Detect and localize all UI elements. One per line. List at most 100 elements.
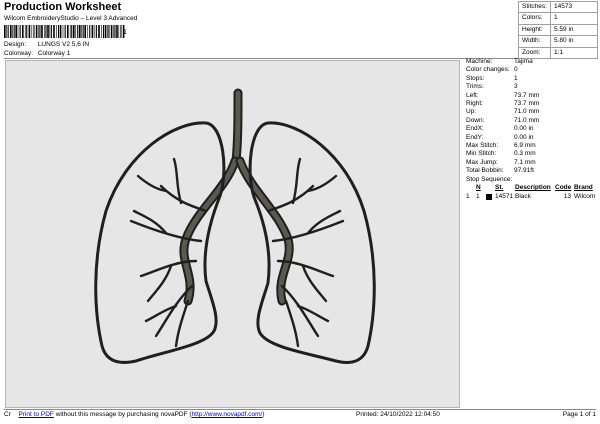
spec-label: Min Stitch: (466, 150, 497, 158)
seq-brand: Wilcom (574, 192, 596, 200)
footer-divider (4, 409, 596, 410)
design-label: Design: (4, 41, 27, 48)
seq-index: 1 (466, 192, 470, 200)
spec-label: Max Jump: (466, 158, 498, 166)
stats-row: Height: 5.59 in (519, 24, 597, 37)
spec-label: Down: (466, 116, 485, 124)
design-value: LUNGS V2 5,6 IN (37, 41, 90, 48)
spec-row: EndX: 0.00 in (466, 125, 598, 133)
spec-value: 71.0 mm (514, 108, 540, 116)
spec-value: 73.7 mm (514, 99, 540, 107)
spec-label: Left: (466, 91, 479, 99)
footer-message: without this message by purchasing novaP… (53, 411, 192, 418)
spec-row: Color changes: 0 (466, 66, 598, 74)
seq-code: 13 (563, 192, 571, 200)
footer-close-paren: ) (262, 411, 265, 418)
colorway-value: Colorway 1 (37, 50, 71, 57)
spec-label: EndY: (466, 133, 484, 141)
thread-color-swatch (486, 193, 495, 202)
seq-col-description: Description (515, 184, 551, 192)
stats-label: Zoom: (519, 47, 551, 58)
stats-value: 1 (554, 14, 558, 22)
spec-label: Machine: (466, 58, 493, 65)
stats-row: Zoom: 1:1 (519, 47, 597, 58)
colorway-label: Colorway: (4, 50, 33, 57)
spec-value: 7.1 mm (514, 158, 536, 166)
spec-row: Max Jump: 7.1 mm (466, 159, 598, 167)
novapdf-url-link[interactable]: http://www.novapdf.com/ (192, 411, 263, 418)
seq-col-brand: Brand (574, 184, 593, 192)
spec-row: Min Stitch: 0.3 mm (466, 150, 598, 158)
spec-row: Total Bobbin: 97.91ft (466, 167, 598, 175)
spec-row: EndY: 0.00 in (466, 134, 598, 142)
spec-label: Up: (466, 108, 477, 116)
seq-col-index (466, 184, 476, 193)
spec-row: Down: 71.0 mm (466, 117, 598, 125)
spec-row: Left: 73.7 mm (466, 92, 598, 100)
page-title: Production Worksheet (4, 1, 122, 13)
spec-label: Total Bobbin: (466, 167, 504, 175)
spec-value: 0.3 mm (514, 150, 536, 158)
stats-label: Height: (519, 24, 551, 36)
footer: Cr Print to PDF without this message by … (4, 411, 596, 418)
spec-label: Max Stitch: (466, 141, 499, 149)
seq-col-stitches: St. (495, 184, 504, 192)
spec-value: 0.00 in (514, 125, 534, 133)
spec-row: Machine: Tajima (466, 58, 598, 66)
seq-col-swatch (486, 184, 495, 193)
spec-value: 1 (514, 74, 518, 82)
seq-col-n: N (476, 184, 481, 192)
spec-row: Trims: 3 (466, 83, 598, 91)
spec-row: Up: 71.0 mm (466, 108, 598, 116)
stats-row: Width: 5.80 in (519, 36, 597, 48)
seq-col-code: Code (555, 184, 572, 192)
seq-n: 1 (476, 192, 480, 200)
stats-label: Stitches: (519, 2, 551, 13)
spec-label: Right: (466, 99, 483, 107)
colorway-row: Colorway: Colorway 1 (4, 50, 70, 57)
spec-label: Stops: (466, 74, 485, 82)
stats-row: Stitches: 14573 (519, 2, 597, 14)
stats-value: 14573 (554, 3, 573, 10)
barcode-digit: 1 (123, 29, 127, 36)
spec-label: Trims: (466, 83, 484, 91)
spec-value: 0.00 in (514, 133, 534, 141)
left-lung-outline (94, 121, 226, 364)
spec-label: Color changes: (466, 66, 510, 74)
printed-date: Printed: 24/10/2022 12:04:50 (356, 411, 440, 418)
spec-value: 0 (514, 66, 518, 74)
footer-cr: Cr (4, 411, 11, 418)
print-to-pdf-link[interactable]: Print to PDF (18, 411, 53, 418)
stats-label: Colors: (519, 13, 551, 24)
machine-specs-panel: Machine: Tajima Color changes: 0 Stops: 1 Trim… (466, 58, 598, 201)
stats-value: 5.80 in (554, 37, 574, 45)
stats-label: Width: (519, 36, 551, 47)
stats-value: 1:1 (554, 48, 564, 56)
spec-row: Stops: 1 (466, 75, 598, 83)
trachea (233, 90, 241, 164)
spec-label: EndX: (466, 125, 484, 133)
design-row: Design: LUNGS V2 5,6 IN (4, 41, 89, 48)
barcode (4, 25, 125, 38)
seq-description: Black (515, 192, 531, 200)
software-subtitle: Wilcom EmbroideryStudio – Level 3 Advanc… (4, 15, 138, 22)
seq-stitches: 14571 (495, 192, 514, 200)
spec-row: Right: 73.7 mm (466, 100, 598, 108)
spec-value: Tajima (514, 58, 533, 65)
spec-row: Max Stitch: 6.9 mm (466, 142, 598, 150)
right-bronchial-tree (266, 157, 345, 348)
spec-value: 97.91ft (514, 167, 534, 175)
design-stats-table: Stitches: 14573 Colors: 1 Height: 5.59 in W… (518, 1, 598, 59)
stats-row: Colors: 1 (519, 13, 597, 25)
spec-value: 73.7 mm (514, 91, 540, 99)
spec-value: 6.9 mm (514, 141, 536, 149)
stop-sequence-title: Stop Sequence: (466, 176, 513, 184)
spec-value: 71.0 mm (514, 116, 540, 124)
left-bronchial-tree (129, 157, 208, 348)
design-preview (5, 60, 460, 408)
stats-value: 5.59 in (554, 25, 574, 33)
lungs-embroidery-image (94, 88, 376, 364)
stop-sequence-row: 1 1 14571 Black 13 Wilcom (466, 193, 598, 202)
page-number: Page 1 of 1 (562, 411, 596, 418)
stop-sequence-header: N St. Description Code Brand (466, 184, 598, 193)
